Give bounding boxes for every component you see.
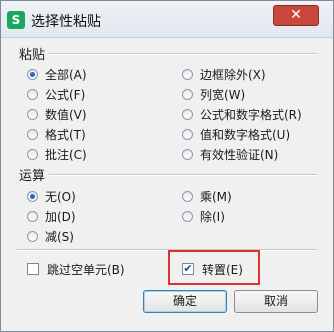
operation-option-divide[interactable]: 除(I) bbox=[182, 208, 225, 224]
radio-icon bbox=[27, 230, 38, 242]
radio-icon bbox=[27, 88, 38, 100]
paste-special-dialog: S 选择性粘贴 ✕ 粘贴 全部(A) 公式(F) 数值(V) 格式(T) 批注(… bbox=[0, 0, 334, 332]
radio-icon bbox=[182, 68, 193, 80]
checkmark-icon: ✔ bbox=[182, 262, 194, 275]
paste-option-formats[interactable]: 格式(T) bbox=[27, 126, 86, 142]
paste-option-values[interactable]: 数值(V) bbox=[27, 106, 87, 122]
operation-option-multiply[interactable]: 乘(M) bbox=[182, 188, 232, 204]
option-label: 数值(V) bbox=[45, 107, 87, 122]
dialog-title: 选择性粘贴 bbox=[31, 14, 101, 30]
radio-icon bbox=[182, 148, 193, 160]
option-label: 加(D) bbox=[45, 209, 76, 224]
checkbox-icon bbox=[27, 263, 39, 275]
option-label: 全部(A) bbox=[45, 67, 87, 82]
paste-option-formulas-number-formats[interactable]: 公式和数字格式(R) bbox=[182, 106, 302, 122]
transpose-checkbox[interactable]: ✔ 转置(E) bbox=[182, 261, 243, 277]
paste-option-all-except-borders[interactable]: 边框除外(X) bbox=[182, 66, 266, 82]
paste-group-divider bbox=[49, 53, 317, 55]
options-divider bbox=[17, 249, 317, 251]
option-label: 公式和数字格式(R) bbox=[200, 107, 302, 122]
operation-group-divider bbox=[49, 174, 317, 176]
option-label: 列宽(W) bbox=[200, 87, 246, 102]
ok-button[interactable]: 确定 bbox=[143, 290, 227, 313]
radio-icon bbox=[27, 210, 38, 222]
radio-icon bbox=[182, 88, 193, 100]
radio-icon bbox=[27, 108, 38, 120]
paste-option-validation[interactable]: 有效性验证(N) bbox=[182, 146, 278, 162]
operation-option-subtract[interactable]: 减(S) bbox=[27, 228, 74, 244]
cancel-button[interactable]: 取消 bbox=[234, 290, 318, 313]
option-label: 边框除外(X) bbox=[200, 67, 266, 82]
wps-app-icon: S bbox=[7, 11, 25, 29]
option-label: 有效性验证(N) bbox=[200, 147, 279, 162]
skip-blanks-checkbox[interactable]: 跳过空单元(B) bbox=[27, 261, 125, 277]
radio-icon bbox=[182, 190, 193, 202]
radio-icon bbox=[182, 108, 193, 120]
option-label: 无(O) bbox=[45, 189, 76, 204]
operation-group-label: 运算 bbox=[17, 165, 48, 184]
option-label: 批注(C) bbox=[45, 147, 87, 162]
radio-icon bbox=[182, 210, 193, 222]
operation-option-add[interactable]: 加(D) bbox=[27, 208, 76, 224]
option-label: 值和数字格式(U) bbox=[200, 127, 291, 142]
radio-icon bbox=[182, 128, 193, 140]
radio-selected-icon bbox=[27, 68, 38, 80]
option-label: 除(I) bbox=[200, 209, 225, 224]
checkbox-label: 跳过空单元(B) bbox=[47, 262, 125, 277]
option-label: 公式(F) bbox=[45, 87, 86, 102]
option-label: 乘(M) bbox=[200, 189, 232, 204]
radio-icon bbox=[27, 128, 38, 140]
paste-option-all[interactable]: 全部(A) bbox=[27, 66, 87, 82]
radio-selected-icon bbox=[27, 190, 38, 202]
paste-group-label: 粘贴 bbox=[17, 44, 48, 63]
operation-option-none[interactable]: 无(O) bbox=[27, 188, 76, 204]
checkbox-label: 转置(E) bbox=[202, 262, 243, 277]
option-label: 减(S) bbox=[45, 229, 74, 244]
paste-option-values-number-formats[interactable]: 值和数字格式(U) bbox=[182, 126, 290, 142]
paste-option-column-widths[interactable]: 列宽(W) bbox=[182, 86, 245, 102]
paste-option-formulas[interactable]: 公式(F) bbox=[27, 86, 85, 102]
radio-icon bbox=[27, 148, 38, 160]
close-button[interactable]: ✕ bbox=[273, 5, 319, 26]
option-label: 格式(T) bbox=[45, 127, 86, 142]
title-bar[interactable]: S 选择性粘贴 ✕ bbox=[1, 1, 333, 38]
paste-option-comments[interactable]: 批注(C) bbox=[27, 146, 87, 162]
